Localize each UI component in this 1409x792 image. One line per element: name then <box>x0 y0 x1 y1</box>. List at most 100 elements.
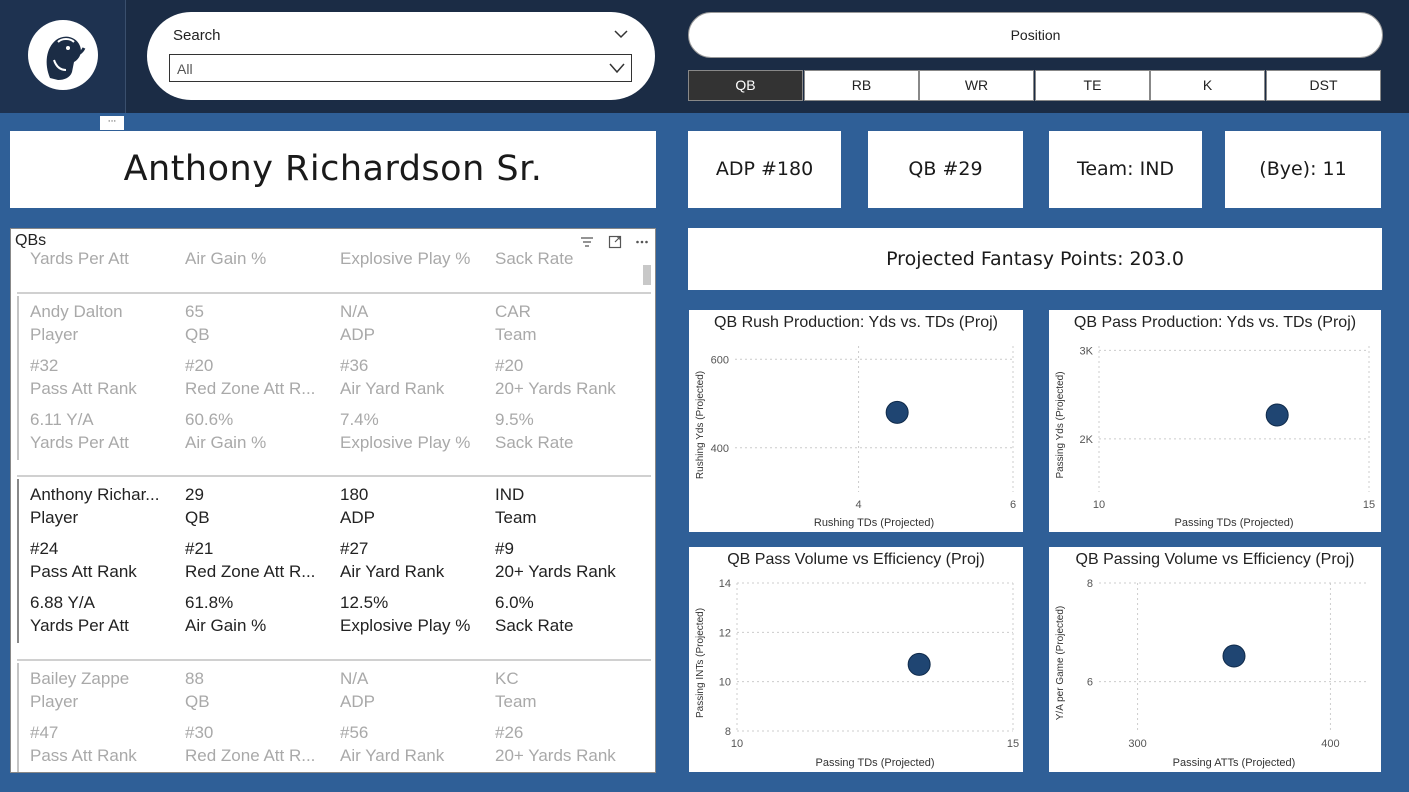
table-cell-value: #20 <box>185 356 214 375</box>
scatter-plot: 810121410 15Passing TDs (Projected)Passin… <box>695 578 1019 769</box>
x-axis-label: Passing ATTs (Projected) <box>1173 757 1296 769</box>
focus-mode-icon[interactable] <box>608 235 622 249</box>
chevron-down-icon[interactable] <box>609 62 625 74</box>
qbs-table[interactable]: QBs Yards Per Att Air Gain % Explosive Pla… <box>10 228 656 773</box>
table-cell-label: 20+ Yards Rank <box>495 379 616 398</box>
row-divider <box>17 659 651 661</box>
table-cell-label: Yards Per Att <box>30 433 129 452</box>
data-point <box>1222 644 1246 668</box>
table-cell-label: Pass Att Rank <box>30 562 137 581</box>
x-tick-label: 6 <box>1010 499 1016 511</box>
scatter-plot: 2K 3K 10 15 Passing TDs (Projected) Passing Y… <box>1055 345 1375 529</box>
table-cell-value: 6.88 Y/A <box>30 593 95 612</box>
chart-passing-volume-efficiency: 6 8 300 400 Passing ATTs (Projected) Y/A per … <box>1049 547 1381 772</box>
scatter-plot: 6 8 300 400 Passing ATTs (Projected) Y/A per … <box>1055 578 1369 769</box>
table-cell-value: #9 <box>495 539 514 558</box>
table-cell-label: Team <box>495 692 537 711</box>
table-cell-label: Pass Att Rank <box>30 746 137 765</box>
table-cell-value: 6.0% <box>495 593 534 612</box>
data-point <box>1265 403 1289 427</box>
tab-qb[interactable]: QB <box>688 70 803 101</box>
table-cell-value: 88 <box>185 669 204 688</box>
table-cell-label: Yards Per Att <box>30 249 129 268</box>
player-name-card: Anthony Richardson Sr. <box>10 131 656 208</box>
row-accent-bar <box>17 479 19 643</box>
table-cell-label: QB <box>185 692 210 711</box>
table-cell-label: ADP <box>340 325 375 344</box>
table-cell-label: Explosive Play % <box>340 249 471 268</box>
table-cell-label: Player <box>30 692 79 711</box>
table-cell-label: Air Yard Rank <box>340 746 445 765</box>
y-tick-label: 12 <box>719 627 731 639</box>
y-axis-label: Passing INTs (Projected) <box>695 608 706 718</box>
table-cell-label: QB <box>185 325 210 344</box>
table-cell-value: #27 <box>340 539 369 558</box>
table-cell-value: 7.4% <box>340 410 379 429</box>
tab-dst[interactable]: DST <box>1266 70 1381 101</box>
row-accent-bar <box>17 296 19 460</box>
y-tick-label: 400 <box>711 443 729 455</box>
table-cell-value: 65 <box>185 302 204 321</box>
row-accent-bar <box>17 663 19 772</box>
x-tick-label: 4 <box>855 499 861 511</box>
x-tick-label: 10 <box>731 738 743 750</box>
table-cell-label: Sack Rate <box>495 616 574 635</box>
data-point <box>885 400 909 424</box>
table-cell-label: QB <box>185 508 210 527</box>
table-cell-value: 6.11 Y/A <box>30 410 94 429</box>
team-card: Team: IND <box>1049 131 1202 208</box>
table-cell-value: #21 <box>185 539 214 558</box>
table-cell-value: #24 <box>30 539 59 558</box>
table-cell-value: N/A <box>340 302 369 321</box>
scrollbar-thumb[interactable] <box>643 265 651 285</box>
table-cell-label: Sack Rate <box>495 433 574 452</box>
y-axis-label: Passing Yds (Projected) <box>1055 371 1066 478</box>
chart-title: QB Pass Production: Yds vs. TDs (Proj) <box>1073 314 1357 331</box>
filter-icon[interactable] <box>580 235 594 249</box>
table-cell-label: Explosive Play % <box>340 433 471 452</box>
table-cell-value: #47 <box>30 723 59 742</box>
table-cell-label: Player <box>30 325 79 344</box>
chevron-down-icon[interactable] <box>613 28 629 40</box>
chart-pass-volume-efficiency: 8 10 12 14 10 15 Passing TDs (Projected) Passin… <box>689 547 1023 772</box>
table-cell-value: N/A <box>340 669 369 688</box>
position-header: Position <box>688 12 1383 58</box>
table-cell-value: #20 <box>495 356 524 375</box>
y-tick-label: 14 <box>719 578 731 590</box>
table-cell-label: Explosive Play % <box>340 616 471 635</box>
tab-wr[interactable]: WR <box>919 70 1034 101</box>
tab-rb[interactable]: RB <box>804 70 919 101</box>
table-cell-value: Anthony Richar... <box>30 485 160 504</box>
table-cell-label: Yards Per Att <box>30 616 129 635</box>
qbs-title: QBs <box>15 232 47 249</box>
table-cell-value: Andy Dalton <box>30 302 123 321</box>
table-cell-label: Red Zone Att R... <box>185 562 316 581</box>
y-tick-label: 10 <box>719 677 731 689</box>
row-divider <box>17 475 651 477</box>
x-axis-label: Passing TDs (Projected) <box>1174 517 1293 529</box>
search-dropdown-value: All <box>177 61 193 77</box>
table-cell-value: 9.5% <box>495 410 534 429</box>
adp-card: ADP #180 <box>688 131 841 208</box>
table-cell-label: Pass Att Rank <box>30 379 137 398</box>
y-tick-label: 6 <box>1087 677 1093 689</box>
more-options-icon[interactable] <box>635 235 649 249</box>
logo-tile <box>0 0 126 113</box>
row-divider <box>17 292 651 294</box>
chart-title: QB Rush Production: Yds vs. TDs (Proj) <box>714 314 998 331</box>
position-rank-card: QB #29 <box>868 131 1023 208</box>
table-cell-value: KC <box>495 669 519 688</box>
search-dropdown[interactable]: All <box>169 54 632 82</box>
tab-te[interactable]: TE <box>1035 70 1150 101</box>
table-cell-label: Air Gain % <box>185 249 267 268</box>
more-options-icon[interactable]: ··· <box>100 116 124 130</box>
table-cell-value: 12.5% <box>340 593 389 612</box>
table-cell-label: ADP <box>340 692 375 711</box>
table-cell-label: 20+ Yards Rank <box>495 746 616 765</box>
tab-k[interactable]: K <box>1150 70 1265 101</box>
x-tick-label: 400 <box>1321 738 1339 750</box>
table-cell-label: Team <box>495 325 537 344</box>
table-cell-value: #36 <box>340 356 369 375</box>
table-cell-value: CAR <box>495 302 531 321</box>
chart-title: QB Passing Volume vs Efficiency (Proj) <box>1075 551 1355 568</box>
